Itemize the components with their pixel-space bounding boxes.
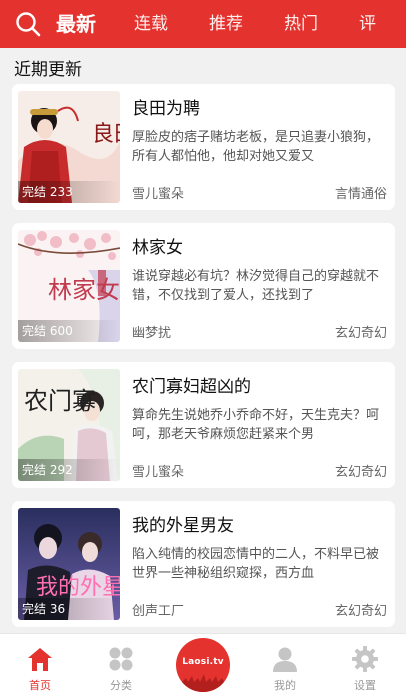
- cover-calligraphy: 良田为聘: [92, 122, 120, 147]
- tab-popular[interactable]: 热门: [284, 0, 318, 48]
- nav-mine-label: 我的: [274, 679, 296, 692]
- bottom-navigation-bar: 首页 分类 Laosi.tv 我的 设置: [0, 633, 406, 700]
- book-description: 厚脸皮的痞子赌坊老板，是只追妻小狼狗，所有人都怕他，他却对她又爱又: [132, 130, 380, 164]
- top-navigation-bar: 最新 连载 推荐 热门 评: [0, 0, 406, 48]
- book-description: 谁说穿越必有坑？林汐觉得自己的穿越就不错，不仅找到了爱人，还找到了: [132, 269, 380, 303]
- book-description: 陷入纯情的校园恋情中的二人，不料早已被世界一些神秘组织窥探，西方血: [132, 547, 380, 581]
- nav-category[interactable]: 分类: [91, 644, 151, 693]
- book-title[interactable]: 良田为聘: [132, 94, 200, 119]
- book-author: 创声工厂: [132, 604, 185, 619]
- search-button[interactable]: [0, 0, 56, 48]
- cover-calligraphy: 林家女: [48, 276, 120, 304]
- cover-calligraphy: 我的外星: [36, 575, 120, 600]
- category-icon: [109, 647, 133, 671]
- book-genre: 玄幻奇幻: [334, 604, 387, 619]
- tab-more[interactable]: 评: [359, 0, 376, 48]
- book-cover[interactable]: 林家女 完结 600: [18, 230, 120, 342]
- category-tabs: 最新 连载 推荐 热门 评: [56, 0, 406, 48]
- book-author: 雪儿蜜朵: [132, 465, 185, 480]
- book-title[interactable]: 林家女: [132, 233, 183, 258]
- tab-serial[interactable]: 连载: [134, 0, 168, 48]
- status-badge: 完结 600: [18, 320, 120, 342]
- book-genre: 言情通俗: [334, 187, 387, 202]
- nav-home-label: 首页: [29, 679, 51, 692]
- nav-home[interactable]: 首页: [10, 644, 70, 693]
- tab-latest[interactable]: 最新: [56, 0, 96, 48]
- status-badge: 完结 233: [18, 181, 120, 203]
- book-title[interactable]: 我的外星男友: [132, 511, 234, 536]
- book-card[interactable]: 良田为聘 完结 233 良田为聘 厚脸皮的痞子赌坊老板，是只追妻小狼狗，所有人都…: [12, 84, 395, 210]
- book-title[interactable]: 农门寡妇超凶的: [132, 372, 251, 397]
- nav-settings-label: 设置: [354, 679, 376, 692]
- book-genre: 玄幻奇幻: [334, 326, 387, 341]
- app-logo-text: Laosi.tv: [182, 657, 224, 667]
- book-card[interactable]: 农门寡 完结 292 农门寡妇超凶的 算命先生说她乔小乔命不好，天生克夫？呵呵，…: [12, 362, 395, 488]
- book-card[interactable]: 我的外星 完结 36 我的外星男友 陷入纯情的校园恋情中的二人，不料早已被世界一…: [12, 501, 395, 627]
- nav-category-label: 分类: [110, 679, 132, 692]
- book-cover[interactable]: 良田为聘 完结 233: [18, 91, 120, 203]
- user-icon: [273, 647, 297, 672]
- status-badge: 完结 292: [18, 459, 120, 481]
- gear-icon: [352, 646, 378, 672]
- home-icon: [28, 648, 52, 671]
- cover-calligraphy: 农门寡: [24, 387, 96, 415]
- book-cover[interactable]: 农门寡 完结 292: [18, 369, 120, 481]
- book-cover[interactable]: 我的外星 完结 36: [18, 508, 120, 620]
- book-author: 幽梦扰: [132, 326, 172, 341]
- app-logo-button[interactable]: Laosi.tv: [176, 638, 230, 692]
- nav-mine[interactable]: 我的: [255, 644, 315, 693]
- book-genre: 玄幻奇幻: [334, 465, 387, 480]
- book-list: 良田为聘 完结 233 良田为聘 厚脸皮的痞子赌坊老板，是只追妻小狼狗，所有人都…: [12, 84, 395, 640]
- book-description: 算命先生说她乔小乔命不好，天生克夫？呵呵，那老天爷麻烦您赶紧来个男: [132, 408, 380, 442]
- book-card[interactable]: 林家女 完结 600 林家女 谁说穿越必有坑？林汐觉得自己的穿越就不错，不仅找到…: [12, 223, 395, 349]
- nav-settings[interactable]: 设置: [335, 644, 395, 693]
- search-icon: [16, 12, 41, 37]
- tab-recommended[interactable]: 推荐: [209, 0, 243, 48]
- book-author: 雪儿蜜朵: [132, 187, 185, 202]
- section-title: 近期更新: [14, 60, 82, 80]
- status-badge: 完结 36: [18, 598, 120, 620]
